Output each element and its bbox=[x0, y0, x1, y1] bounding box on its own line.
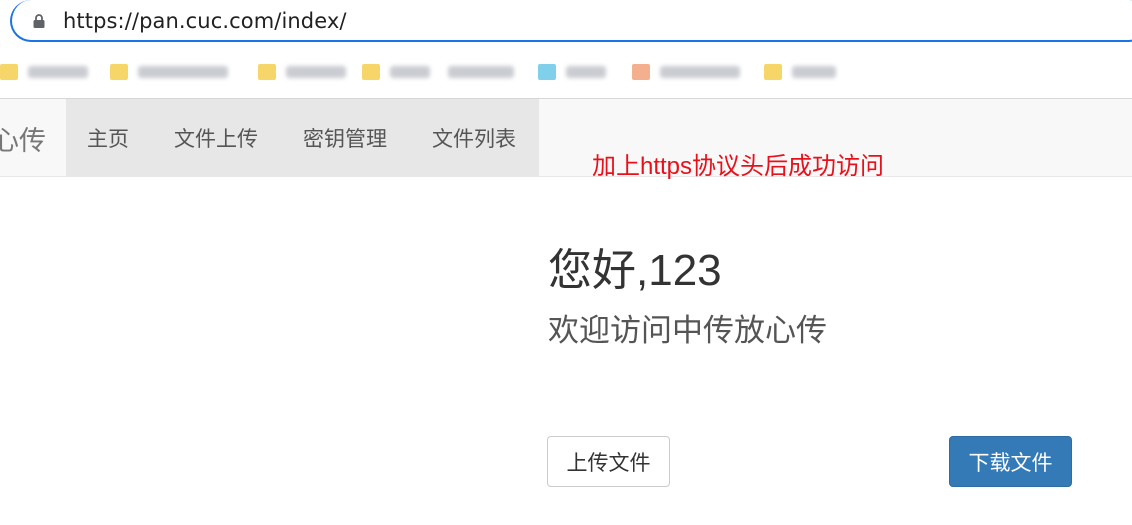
url-text[interactable]: https://pan.cuc.com/index/ bbox=[63, 9, 347, 33]
nav-item-file-list[interactable]: 文件列表 bbox=[409, 99, 538, 176]
brand-logo[interactable]: 心传 bbox=[0, 119, 46, 158]
bookmark-item[interactable] bbox=[632, 61, 740, 83]
upload-file-button[interactable]: 上传文件 bbox=[547, 436, 670, 487]
folder-icon bbox=[362, 64, 380, 80]
bookmark-item[interactable] bbox=[764, 61, 836, 83]
bookmark-item[interactable] bbox=[538, 61, 606, 83]
bookmark-item[interactable] bbox=[362, 61, 430, 83]
nav-item-key-management[interactable]: 密钥管理 bbox=[280, 99, 409, 176]
bookmark-item[interactable] bbox=[0, 61, 88, 83]
nav-menu: 主页 文件上传 密钥管理 文件列表 bbox=[66, 99, 539, 176]
bookmarks-bar bbox=[0, 50, 1132, 94]
folder-icon bbox=[258, 64, 276, 80]
bookmark-item[interactable] bbox=[258, 61, 346, 83]
annotation-note: 加上https协议头后成功访问 bbox=[592, 153, 885, 180]
folder-icon bbox=[0, 64, 18, 80]
welcome-text: 欢迎访问中传放心传 bbox=[548, 313, 827, 348]
site-icon bbox=[632, 64, 650, 80]
navbar: 心传 主页 文件上传 密钥管理 文件列表 加上https协议头后成功访问 bbox=[0, 99, 1132, 180]
pen-icon bbox=[538, 64, 556, 80]
download-file-button[interactable]: 下载文件 bbox=[949, 436, 1072, 487]
nav-item-upload[interactable]: 文件上传 bbox=[150, 99, 280, 176]
lock-icon bbox=[33, 14, 45, 28]
greeting-heading: 您好,123 bbox=[548, 246, 722, 295]
folder-icon bbox=[764, 64, 782, 80]
nav-item-home[interactable]: 主页 bbox=[66, 99, 150, 176]
bookmark-item[interactable] bbox=[448, 61, 514, 83]
folder-icon bbox=[110, 64, 128, 80]
bookmark-item[interactable] bbox=[110, 61, 228, 83]
